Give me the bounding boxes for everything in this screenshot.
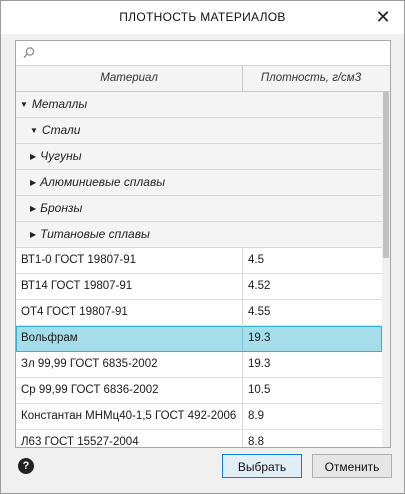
column-header-material[interactable]: Материал [16,66,243,91]
dialog-title: ПЛОТНОСТЬ МАТЕРИАЛОВ [119,10,286,24]
group-label: Титановые сплавы [40,227,150,241]
density-dialog: ПЛОТНОСТЬ МАТЕРИАЛОВ ✕ Материал Плотност… [0,0,405,494]
collapsed-arrow-icon[interactable]: ▶ [30,152,36,161]
column-divider [242,430,243,447]
table-row[interactable]: Константан МНМц40-1,5 ГОСТ 492-2006 8.9 [16,404,382,430]
material-cell: ВТ1-0 ГОСТ 19807-91 [21,254,137,266]
density-cell: 4.52 [248,280,271,292]
table-body: ▼ Металлы ▼ Стали ▶ Чугуны ▶ Алюминиевые спл… [16,92,382,448]
table-row[interactable]: Зл 99,99 ГОСТ 6835-2002 19.3 [16,352,382,378]
density-cell: 8.9 [248,410,264,422]
column-divider [242,248,243,273]
table-row[interactable]: Л63 ГОСТ 15527-2004 8.8 [16,430,382,448]
collapsed-arrow-icon[interactable]: ▶ [30,178,36,187]
group-row-cast-iron[interactable]: ▶ Чугуны [16,144,382,170]
table-row-selected[interactable]: Вольфрам 19.3 [16,326,382,352]
density-cell: 19.3 [248,358,271,370]
material-cell: ОТ4 ГОСТ 19807-91 [21,306,128,318]
search-bar [16,41,390,66]
column-header-density[interactable]: Плотность, г/см3 [243,66,379,91]
material-cell: Константан МНМц40-1,5 ГОСТ 492-2006 [21,410,237,422]
column-divider [242,326,243,351]
group-row-steels[interactable]: ▼ Стали [16,118,382,144]
density-cell: 8.8 [248,436,264,448]
group-row-metals[interactable]: ▼ Металлы [16,92,382,118]
density-cell: 4.55 [248,306,271,318]
group-row-bronzes[interactable]: ▶ Бронзы [16,196,382,222]
collapsed-arrow-icon[interactable]: ▶ [30,204,36,213]
material-cell: Вольфрам [21,332,78,344]
table-row[interactable]: ОТ4 ГОСТ 19807-91 4.55 [16,300,382,326]
expanded-arrow-icon[interactable]: ▼ [30,126,38,135]
table-header: Материал Плотность, г/см3 [16,66,390,92]
title-bar: ПЛОТНОСТЬ МАТЕРИАЛОВ ✕ [1,1,404,34]
materials-panel: Материал Плотность, г/см3 ▼ Металлы ▼ Стал… [15,40,391,448]
table-row[interactable]: Ср 99,99 ГОСТ 6836-2002 10.5 [16,378,382,404]
group-label: Бронзы [40,201,83,215]
column-divider [242,352,243,377]
density-cell: 10.5 [248,384,271,396]
expanded-arrow-icon[interactable]: ▼ [20,100,28,109]
material-cell: Зл 99,99 ГОСТ 6835-2002 [21,358,158,370]
help-icon[interactable]: ? [18,458,34,474]
close-icon[interactable]: ✕ [372,6,394,28]
vertical-scrollbar[interactable] [382,92,390,447]
table-row[interactable]: ВТ14 ГОСТ 19807-91 4.52 [16,274,382,300]
material-cell: Л63 ГОСТ 15527-2004 [21,436,139,448]
select-button[interactable]: Выбрать [222,454,302,478]
column-divider [242,404,243,429]
search-icon [23,47,35,58]
table-row[interactable]: ВТ1-0 ГОСТ 19807-91 4.5 [16,248,382,274]
group-label: Чугуны [40,149,82,163]
material-cell: ВТ14 ГОСТ 19807-91 [21,280,133,292]
group-label: Алюминиевые сплавы [40,175,166,189]
scrollbar-thumb[interactable] [383,92,389,258]
search-input[interactable] [40,43,384,63]
column-divider [242,300,243,325]
group-row-titanium-alloys[interactable]: ▶ Титановые сплавы [16,222,382,248]
group-label: Металлы [31,97,88,111]
cancel-button[interactable]: Отменить [312,454,392,478]
group-label: Стали [41,123,81,137]
column-divider [242,378,243,403]
density-cell: 4.5 [248,254,264,266]
collapsed-arrow-icon[interactable]: ▶ [30,230,36,239]
material-cell: Ср 99,99 ГОСТ 6836-2002 [21,384,159,396]
group-row-aluminum-alloys[interactable]: ▶ Алюминиевые сплавы [16,170,382,196]
column-divider [242,274,243,299]
density-cell: 19.3 [248,332,271,344]
